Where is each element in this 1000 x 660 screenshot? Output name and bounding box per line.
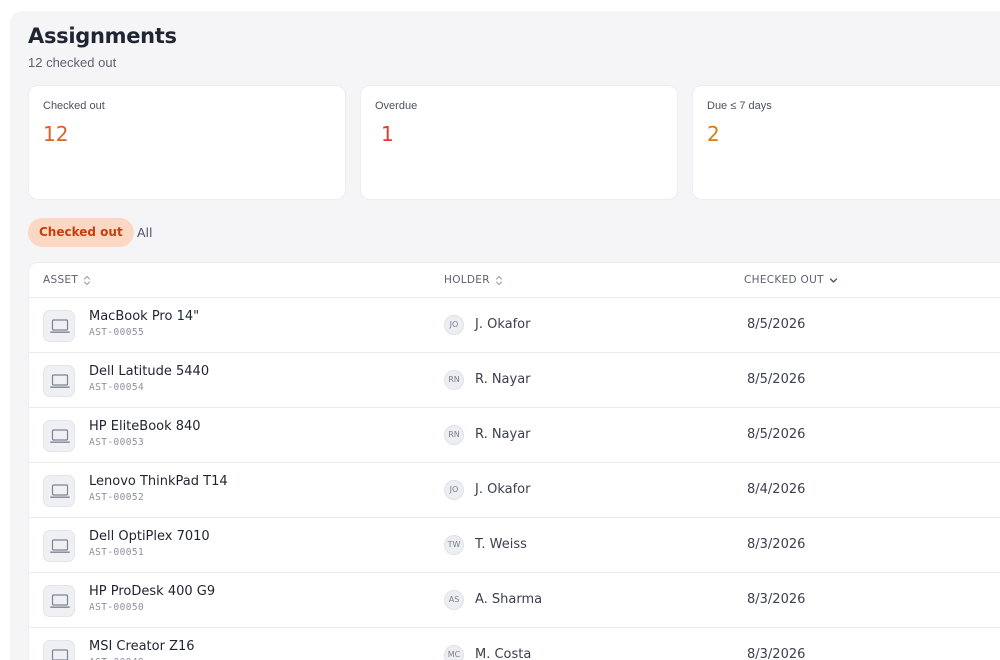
chevron-down-icon (829, 276, 838, 285)
table-row[interactable]: Lenovo ThinkPad T14 AST-00052 JO J. Okafor 8… (29, 462, 1000, 517)
column-header-label: HOLDER (444, 274, 490, 286)
page-subtitle: 12 checked out (28, 55, 117, 70)
table-row[interactable]: MSI Creator Z16AST-00049MCM. Costa8/3/20… (29, 627, 1000, 660)
checked-out-date: 8/5/2026 (747, 372, 806, 387)
asset-name[interactable]: HP ProDesk 400 G9 (89, 584, 215, 599)
filter-all[interactable]: All (126, 218, 164, 247)
asset-thumbnail (43, 310, 75, 342)
checked-out-date: 8/5/2026 (747, 427, 806, 442)
holder-name[interactable]: J. Okafor (475, 482, 530, 497)
holder-name[interactable]: M. Costa (475, 647, 531, 660)
column-header-asset[interactable]: ASSET (43, 274, 91, 286)
asset-thumbnail (43, 585, 75, 617)
holder-name[interactable]: T. Weiss (475, 537, 527, 552)
asset-name[interactable]: Dell OptiPlex 7010 (89, 529, 210, 544)
sort-icon (495, 275, 503, 286)
page-title: Assignments (28, 24, 177, 48)
avatar: TW (444, 535, 464, 555)
column-header-label: ASSET (43, 274, 79, 286)
avatar: JO (444, 315, 464, 335)
asset-thumbnail (43, 530, 75, 562)
asset-name[interactable]: MSI Creator Z16 (89, 639, 195, 654)
stat-value: 2 (707, 122, 720, 146)
avatar: RN (444, 425, 464, 445)
checked-out-date: 8/4/2026 (747, 482, 806, 497)
table-row[interactable]: Dell Latitude 5440 AST-00054 RN R. Nayar 8/5… (29, 352, 1000, 407)
asset-thumbnail (43, 475, 75, 507)
asset-name[interactable]: MacBook Pro 14" (89, 309, 199, 324)
stat-label: Overdue (375, 100, 418, 112)
stat-card-due-soon: Due ≤ 7 days 2 (692, 85, 1000, 200)
table-row[interactable]: HP EliteBook 840 AST-00053 RN R. Nayar 8/5/2… (29, 407, 1000, 462)
asset-name[interactable]: Dell Latitude 5440 (89, 364, 209, 379)
asset-name[interactable]: Lenovo ThinkPad T14 (89, 474, 228, 489)
holder-name[interactable]: R. Nayar (475, 372, 531, 387)
checked-out-date: 8/5/2026 (747, 317, 806, 332)
holder-name[interactable]: J. Okafor (475, 317, 530, 332)
avatar: MC (444, 645, 464, 660)
asset-tag: AST-00052 (89, 492, 145, 503)
checked-out-date: 8/3/2026 (747, 647, 806, 660)
checked-out-date: 8/3/2026 (747, 537, 806, 552)
table-row[interactable]: Dell OptiPlex 7010 AST-00051 TW T. Weiss 8/3… (29, 517, 1000, 572)
checked-out-date: 8/3/2026 (747, 592, 806, 607)
holder-name[interactable]: A. Sharma (475, 592, 542, 607)
stat-value: 1 (381, 122, 394, 146)
asset-name[interactable]: HP EliteBook 840 (89, 419, 201, 434)
sort-icon (83, 275, 91, 286)
asset-tag: AST-00053 (89, 437, 145, 448)
column-header-label: CHECKED OUT (744, 274, 824, 286)
asset-thumbnail (43, 420, 75, 452)
asset-tag: AST-00054 (89, 382, 145, 393)
asset-tag: AST-00050 (89, 602, 145, 613)
filter-checked-out[interactable]: Checked out (28, 218, 134, 247)
asset-tag: AST-00055 (89, 327, 145, 338)
asset-thumbnail (43, 365, 75, 397)
stat-card-checked-out: Checked out 12 (28, 85, 346, 200)
stat-value: 12 (43, 122, 69, 146)
assignments-table: ASSET HOLDER CHECKED OUT MacBook Pro 14"… (28, 262, 1000, 660)
table-row[interactable]: MacBook Pro 14" AST-00055 JO J. Okafor 8/5/2… (29, 297, 1000, 352)
avatar: AS (444, 590, 464, 610)
column-header-checked-out[interactable]: CHECKED OUT (744, 274, 838, 286)
stat-label: Checked out (43, 100, 105, 112)
asset-thumbnail (43, 640, 75, 660)
stat-label: Due ≤ 7 days (707, 100, 772, 112)
asset-tag: AST-00051 (89, 547, 145, 558)
holder-name[interactable]: R. Nayar (475, 427, 531, 442)
avatar: JO (444, 480, 464, 500)
table-row[interactable]: HP ProDesk 400 G9 AST-00050 AS A. Sharma 8/3… (29, 572, 1000, 627)
avatar: RN (444, 370, 464, 390)
stat-card-overdue: Overdue 1 (360, 85, 678, 200)
column-header-holder[interactable]: HOLDER (444, 274, 503, 286)
